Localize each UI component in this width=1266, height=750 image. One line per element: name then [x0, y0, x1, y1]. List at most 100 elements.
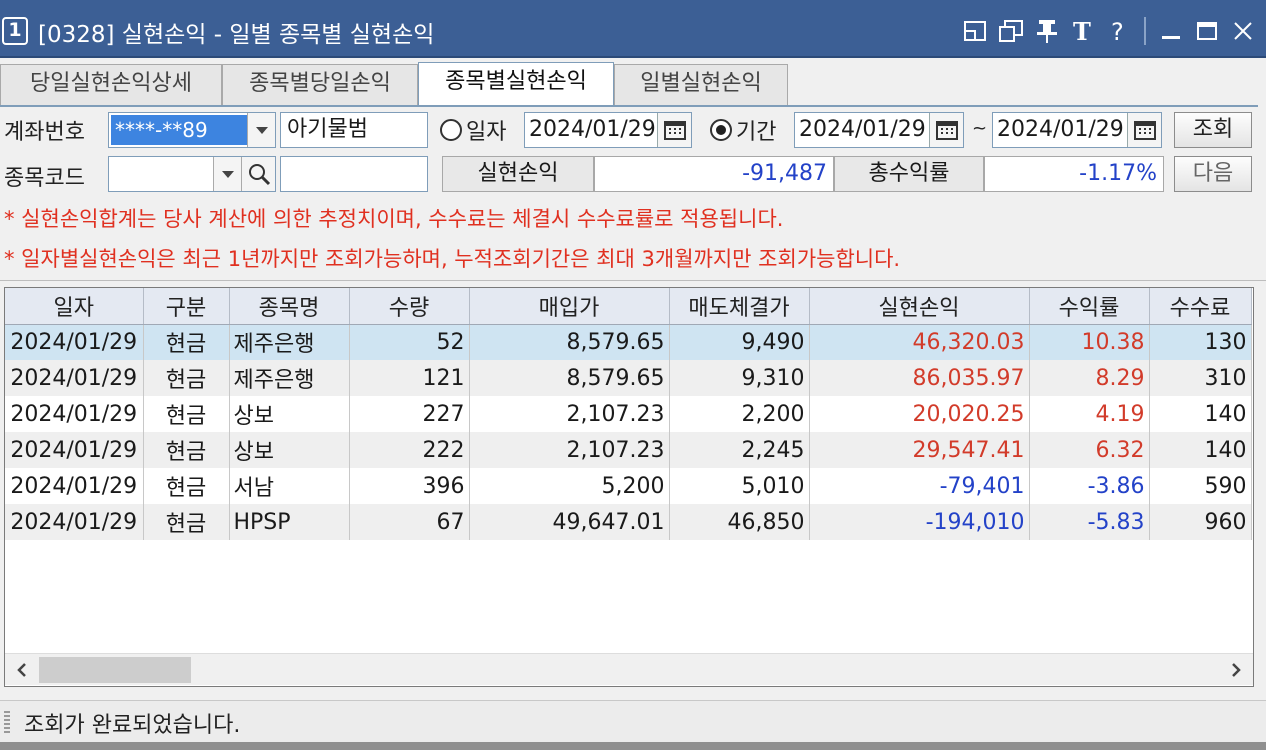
tab-strip: 당일실현손익상세 종목별당일손익 종목별실현손익 일별실현손익: [0, 62, 1266, 106]
account-name-field: 아기물범: [280, 112, 428, 148]
calendar-icon[interactable]: [929, 113, 963, 147]
title-bar-separator: [1144, 17, 1146, 45]
table-row[interactable]: 2024/01/29 현금 제주은행 52 8,579.65 9,490 46,…: [5, 324, 1252, 360]
calendar-icon[interactable]: [1127, 113, 1161, 147]
table-row[interactable]: 2024/01/29 현금 제주은행 121 8,579.65 9,310 86…: [5, 360, 1252, 396]
fee-cell: 960: [1149, 504, 1252, 540]
period-label: 기간: [736, 120, 777, 145]
date-cell: 2024/01/29: [5, 432, 144, 468]
period-radio[interactable]: [710, 119, 732, 141]
period-from-value: 2024/01/29: [799, 117, 926, 142]
minimize-icon[interactable]: [1158, 17, 1184, 45]
column-header[interactable]: 수수료: [1149, 288, 1252, 325]
account-select[interactable]: ****-**89: [108, 112, 276, 148]
sell-price-cell: 5,010: [669, 468, 810, 504]
column-header[interactable]: 수량: [349, 288, 470, 325]
realized-pnl-table: 일자 구분 종목명 수량 매입가 매도체결가 실현손익 수익률 수수료 2024…: [4, 287, 1254, 687]
tab-stock-realized-pnl[interactable]: 종목별실현손익: [418, 62, 614, 106]
buy-price-cell: 8,579.65: [469, 324, 670, 360]
stock-name-cell: 제주은행: [229, 360, 350, 396]
tab-daily-realized-pnl[interactable]: 일별실현손익: [614, 64, 788, 106]
single-date-field[interactable]: 2024/01/29: [524, 112, 692, 148]
single-date-label: 일자: [466, 120, 507, 145]
stock-name-cell: 상보: [229, 396, 350, 432]
stock-code-label: 종목코드: [4, 166, 85, 191]
sell-price-cell: 46,850: [669, 504, 810, 540]
quantity-cell: 396: [349, 468, 470, 504]
column-header[interactable]: 수익률: [1029, 288, 1150, 325]
window-title: [0328] 실현손익 - 일별 종목별 실현손익: [38, 22, 435, 48]
stock-code-value: [109, 161, 113, 186]
table-header-row: 일자 구분 종목명 수량 매입가 매도체결가 실현손익 수익률 수수료: [5, 288, 1252, 325]
svg-text:?: ?: [1111, 18, 1124, 44]
date-cell: 2024/01/29: [5, 396, 144, 432]
tab-stock-daily-pnl[interactable]: 종목별당일손익: [222, 64, 418, 106]
stock-code-field[interactable]: [108, 156, 276, 192]
window-number-badge[interactable]: 1: [2, 17, 28, 45]
chevron-down-icon[interactable]: [213, 157, 241, 191]
sell-price-cell: 2,200: [669, 396, 810, 432]
column-header[interactable]: 매입가: [469, 288, 670, 325]
quantity-cell: 52: [349, 324, 470, 360]
query-button[interactable]: 조회: [1174, 112, 1252, 148]
return-rate-cell: 6.32: [1029, 432, 1150, 468]
period-to-field[interactable]: 2024/01/29: [992, 112, 1162, 148]
return-rate-cell: -5.83: [1029, 504, 1150, 540]
scrollbar-thumb[interactable]: [39, 657, 191, 683]
quantity-cell: 227: [349, 396, 470, 432]
scroll-left-icon[interactable]: [7, 654, 37, 686]
date-cell: 2024/01/29: [5, 504, 144, 540]
font-size-icon[interactable]: T: [1070, 17, 1096, 45]
svg-text:T: T: [1073, 18, 1091, 44]
tab-daily-realized-detail[interactable]: 당일실현손익상세: [0, 64, 222, 106]
single-date-value: 2024/01/29: [529, 117, 656, 142]
table-row[interactable]: 2024/01/29 현금 상보 227 2,107.23 2,200 20,0…: [5, 396, 1252, 432]
account-number-value: ****-**89: [111, 115, 247, 145]
buy-price-cell: 8,579.65: [469, 360, 670, 396]
account-label: 계좌번호: [4, 120, 85, 145]
status-bar: 조회가 완료되었습니다.: [0, 700, 1266, 742]
realized-pnl-cell: 20,020.25: [809, 396, 1030, 432]
maximize-icon[interactable]: [1194, 17, 1220, 45]
fee-cell: 310: [1149, 360, 1252, 396]
table-row[interactable]: 2024/01/29 현금 서남 396 5,200 5,010 -79,401…: [5, 468, 1252, 504]
status-message: 조회가 완료되었습니다.: [24, 713, 241, 738]
period-from-field[interactable]: 2024/01/29: [794, 112, 964, 148]
stock-name-cell: 제주은행: [229, 324, 350, 360]
date-cell: 2024/01/29: [5, 468, 144, 504]
column-header[interactable]: 종목명: [229, 288, 350, 325]
type-cell: 현금: [143, 468, 230, 504]
sell-price-cell: 2,245: [669, 432, 810, 468]
realized-pnl-cell: -194,010: [809, 504, 1030, 540]
column-header[interactable]: 일자: [5, 288, 144, 325]
fee-cell: 590: [1149, 468, 1252, 504]
chevron-down-icon[interactable]: [247, 113, 275, 147]
horizontal-scrollbar[interactable]: [5, 653, 1253, 685]
stock-name-cell: HPSP: [229, 504, 350, 540]
divider: [0, 280, 1266, 281]
new-window-icon[interactable]: [998, 17, 1024, 45]
return-rate-cell: 10.38: [1029, 324, 1150, 360]
column-header[interactable]: 구분: [143, 288, 230, 325]
help-icon[interactable]: ?: [1106, 17, 1132, 45]
column-header[interactable]: 매도체결가: [669, 288, 810, 325]
realized-pnl-cell: 29,547.41: [809, 432, 1030, 468]
next-button[interactable]: 다음: [1174, 156, 1252, 192]
total-return-value: -1.17%: [984, 156, 1164, 192]
date-cell: 2024/01/29: [5, 324, 144, 360]
close-icon[interactable]: [1230, 17, 1256, 45]
calendar-icon[interactable]: [657, 113, 691, 147]
title-bar: 1 [0328] 실현손익 - 일별 종목별 실현손익 T ?: [0, 0, 1266, 58]
pin-icon[interactable]: [1034, 17, 1060, 45]
table-row[interactable]: 2024/01/29 현금 HPSP 67 49,647.01 46,850 -…: [5, 504, 1252, 540]
period-tilde: ~: [972, 118, 988, 139]
realized-pnl-cell: -79,401: [809, 468, 1030, 504]
column-header[interactable]: 실현손익: [809, 288, 1030, 325]
layout-icon[interactable]: [962, 17, 988, 45]
buy-price-cell: 2,107.23: [469, 432, 670, 468]
single-date-radio[interactable]: [440, 119, 462, 141]
table-row[interactable]: 2024/01/29 현금 상보 222 2,107.23 2,245 29,5…: [5, 432, 1252, 468]
realized-pnl-label: 실현손익: [442, 156, 594, 192]
search-icon[interactable]: [241, 157, 275, 191]
scroll-right-icon[interactable]: [1221, 654, 1251, 686]
